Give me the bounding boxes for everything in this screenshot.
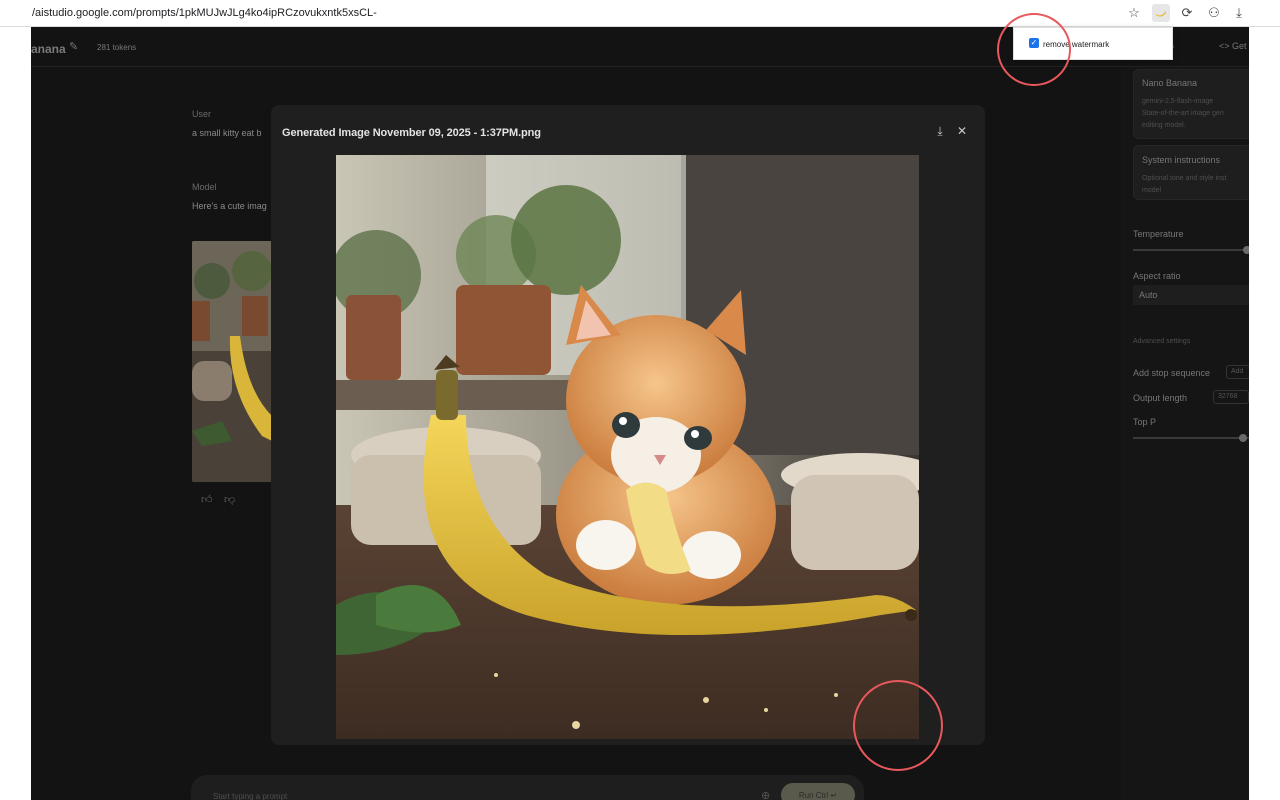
model-name: Nano Banana [1142,78,1198,88]
extensions-puzzle-icon[interactable]: ⟳ [1178,4,1196,22]
prompt-input-bar[interactable]: Start typing a prompt ⊕ Run Ctrl ↵ [191,775,864,800]
temperature-slider-handle[interactable] [1243,246,1249,254]
run-settings-panel: Nano Banana gemini-2.5-flash-image State… [1121,67,1249,800]
get-code-button[interactable]: <> Get [1219,41,1247,51]
top-p-label: Top P [1133,417,1157,427]
run-button[interactable]: Run Ctrl ↵ [781,783,855,800]
thumbnail-image [192,241,272,482]
close-icon[interactable]: ✕ [954,123,970,139]
kitten-banana-image [336,155,919,739]
system-instructions-card[interactable]: System instructions Optional tone and st… [1133,145,1249,200]
user-label: User [192,109,212,119]
temperature-label: Temperature [1133,229,1184,239]
model-id: gemini-2.5-flash-image [1142,98,1214,105]
add-media-icon[interactable]: ⊕ [761,789,770,800]
model-message: Here's a cute imag [192,201,267,211]
stop-sequence-label: Add stop sequence [1133,368,1211,378]
top-p-slider[interactable] [1133,434,1249,442]
stop-sequence-input[interactable]: Add [1226,365,1249,379]
download-icon[interactable]: ⤓ [932,123,948,139]
download-icon[interactable]: ⤓ [1230,4,1248,22]
annotation-circle-checkbox [997,13,1071,86]
generated-image [336,155,919,739]
right-page-margin [1249,27,1280,800]
thumbs-up-icon[interactable]: 👍︎ [201,493,213,506]
user-message: a small kitty eat b [192,128,262,138]
ai-studio-app: anana ✎ 281 tokens p <> Get User a small… [31,27,1249,800]
prompt-title: anana [31,42,66,56]
browser-toolbar: /aistudio.google.com/prompts/1pkMUJwJLg4… [0,0,1280,27]
system-instructions-title: System instructions [1142,155,1221,165]
aspect-ratio-label: Aspect ratio [1133,271,1181,281]
left-page-margin [0,27,31,800]
system-instructions-hint-1: Optional tone and style inst [1142,175,1227,182]
token-count: 281 tokens [97,43,137,52]
profile-icon[interactable]: ⚇ [1205,4,1223,22]
modal-title: Generated Image November 09, 2025 - 1:37… [282,127,541,139]
top-p-slider-handle[interactable] [1239,434,1247,442]
model-selector-card[interactable]: Nano Banana gemini-2.5-flash-image State… [1133,69,1249,139]
edit-pencil-icon[interactable]: ✎ [69,40,78,53]
output-length-input[interactable]: 32768 [1213,390,1249,404]
annotation-circle-watermark [853,680,943,771]
advanced-settings-label[interactable]: Advanced settings [1133,338,1190,345]
model-description-1: State-of-the-art image gen [1142,110,1224,117]
address-bar[interactable]: /aistudio.google.com/prompts/1pkMUJwJLg4… [32,7,377,19]
thumbs-down-icon[interactable]: 👎︎ [224,493,235,506]
image-preview-modal: Generated Image November 09, 2025 - 1:37… [271,105,985,745]
temperature-slider[interactable] [1133,246,1249,254]
system-instructions-hint-2: model [1142,187,1162,194]
generated-image-thumbnail[interactable] [192,241,272,482]
banana-extension-icon[interactable] [1152,4,1170,22]
aspect-ratio-select[interactable]: Auto [1133,285,1249,305]
model-label: Model [192,182,217,192]
bookmark-star-icon[interactable]: ☆ [1125,4,1143,22]
banana-icon [1156,11,1166,17]
model-description-2: editing model. [1142,122,1186,129]
prompt-placeholder: Start typing a prompt [213,792,288,800]
output-length-label: Output length [1133,393,1188,403]
